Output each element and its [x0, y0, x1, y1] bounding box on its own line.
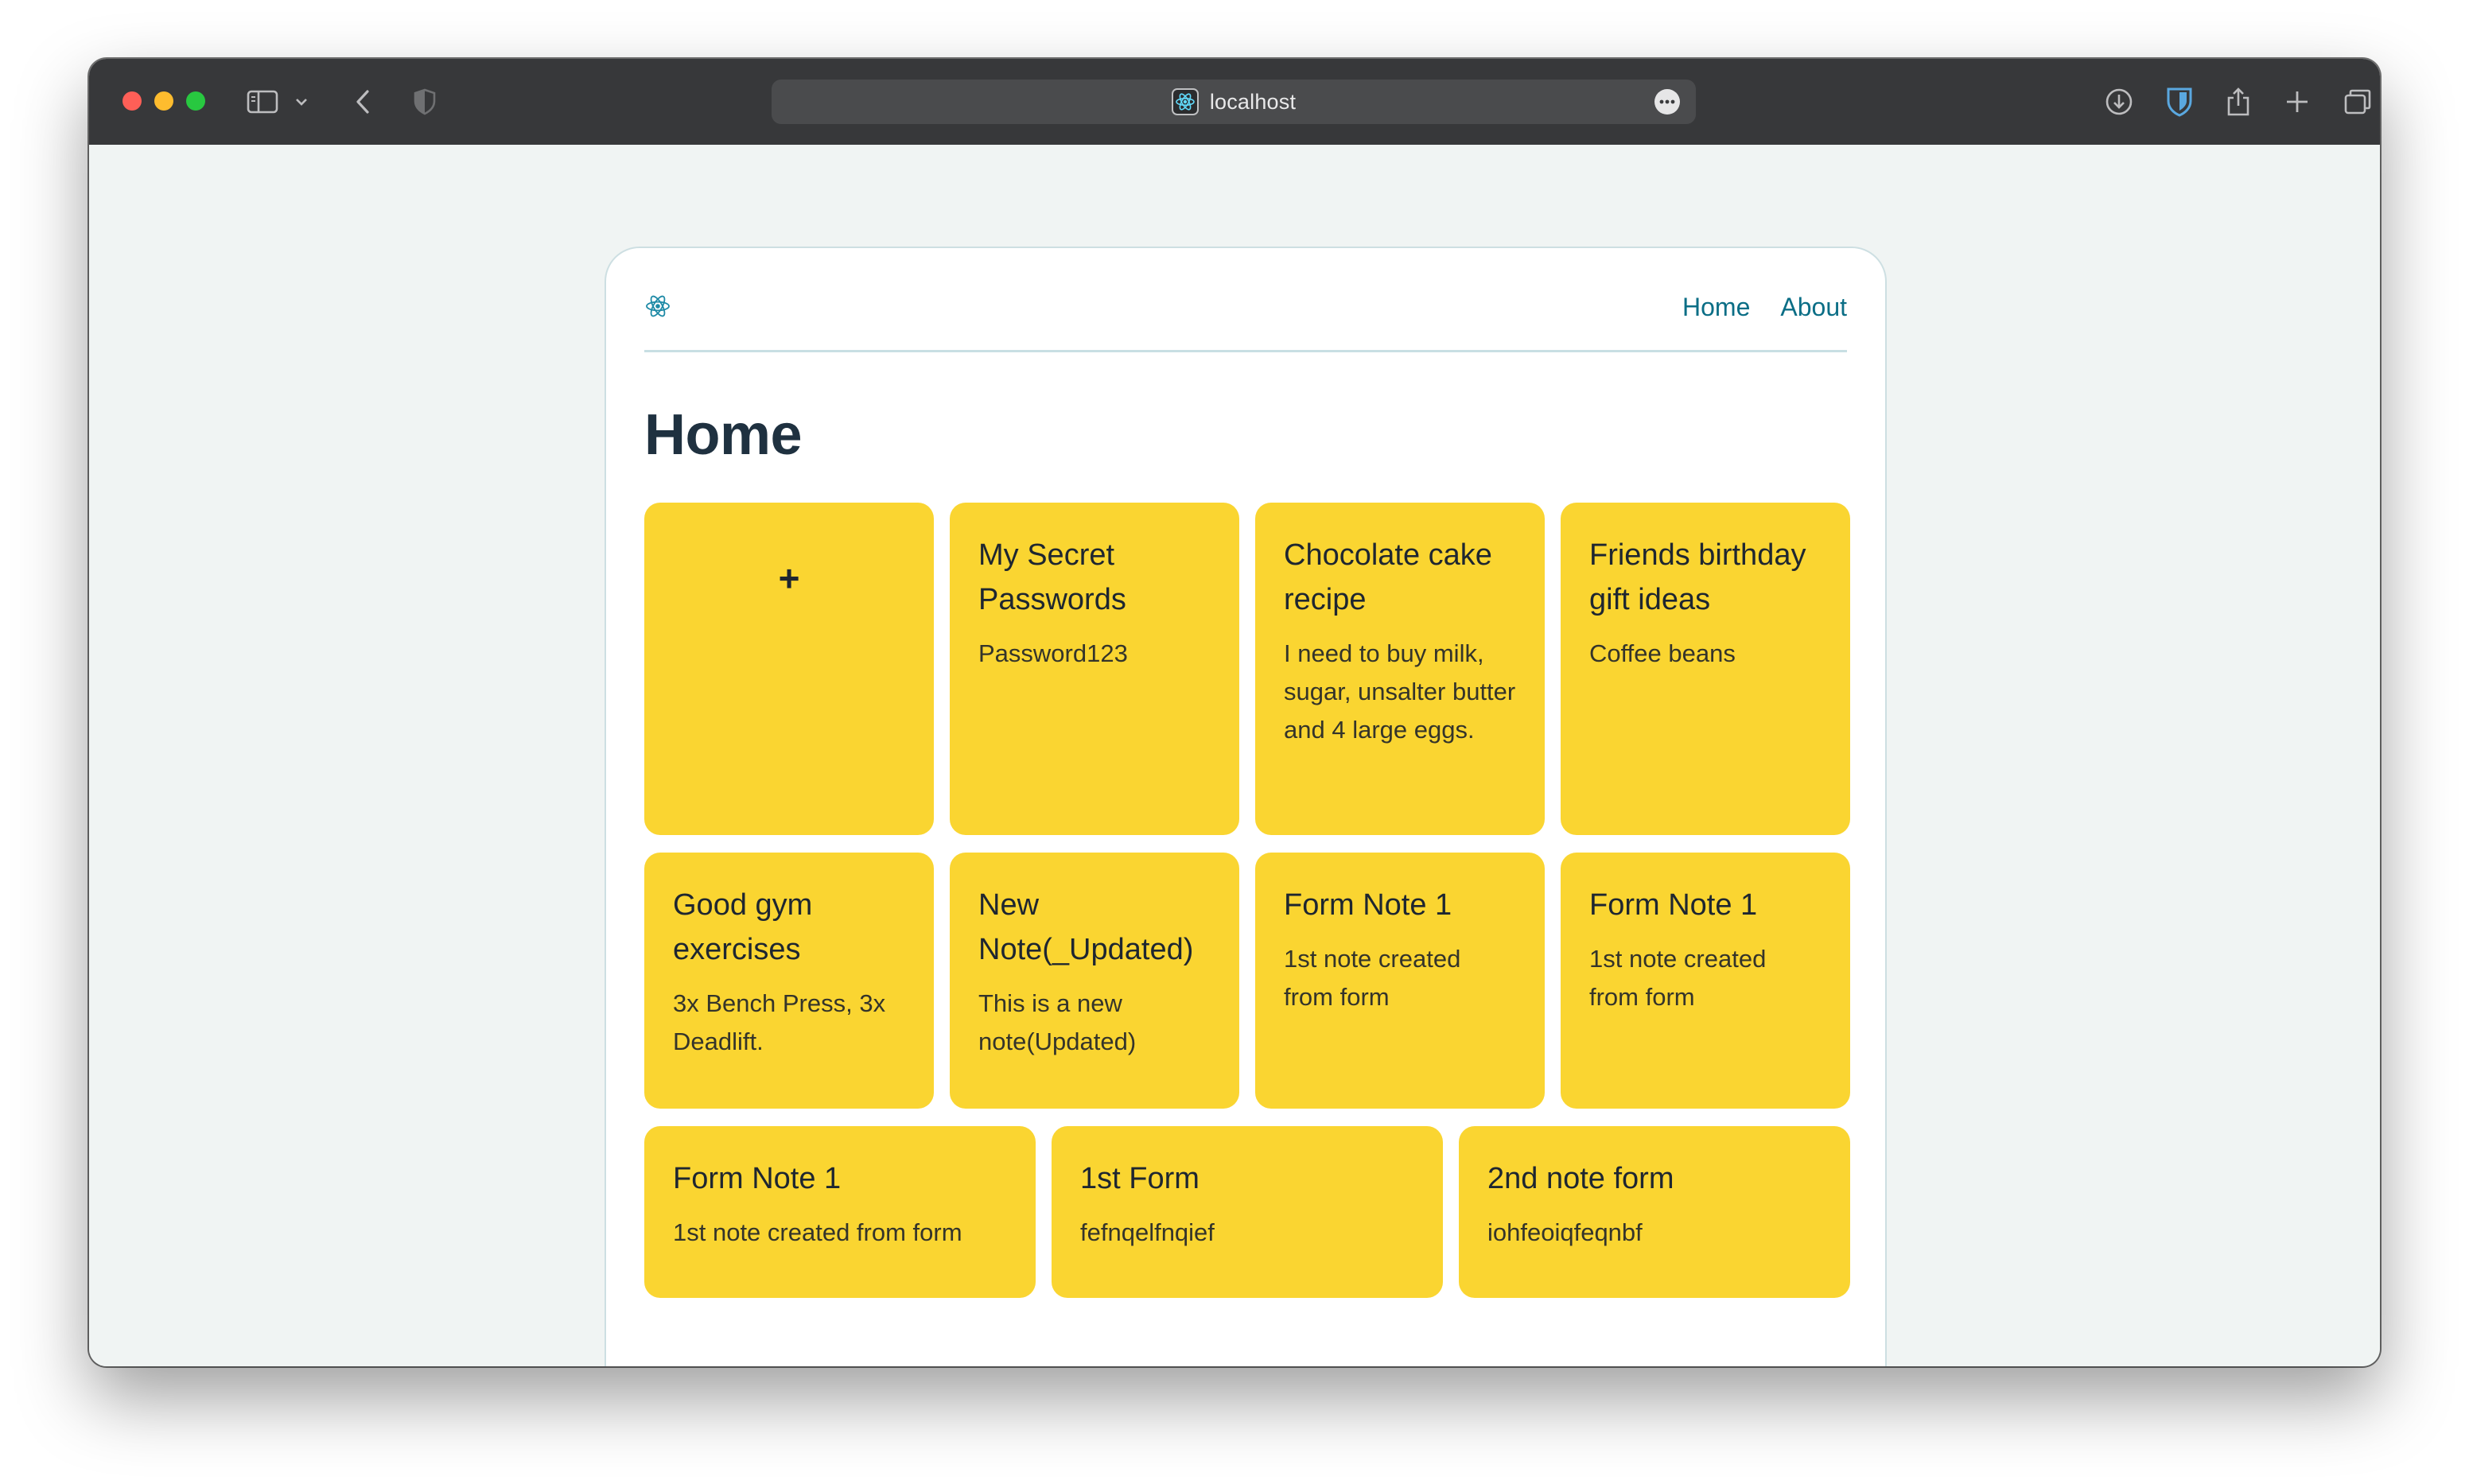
app-container: Home About Home + My Secret Passwords Pa… [605, 247, 1887, 1366]
note-card[interactable]: Chocolate cake recipe I need to buy milk… [1255, 503, 1545, 835]
note-body: 3x Bench Press, 3x Deadlift. [673, 989, 886, 1055]
close-window-button[interactable] [122, 91, 142, 111]
nav-links: Home About [1682, 293, 1847, 322]
note-title: Good gym exercises [673, 888, 813, 966]
note-body: 1st note created from form [673, 1218, 962, 1246]
site-favicon-icon [1171, 88, 1199, 115]
note-body: I need to buy milk, sugar, unsalter butt… [1284, 639, 1516, 744]
note-title: Chocolate cake recipe [1284, 538, 1492, 616]
browser-toolbar: localhost [89, 59, 2380, 145]
note-title: Form Note 1 [1589, 888, 1758, 922]
browser-window: localhost Home About Home + My Secret Pa… [89, 59, 2380, 1366]
chevron-down-icon[interactable] [290, 84, 313, 119]
note-card[interactable]: My Secret Passwords Password123 [950, 503, 1239, 835]
zoom-window-button[interactable] [186, 91, 205, 111]
address-bar[interactable]: localhost [772, 80, 1696, 124]
note-title: New Note(_Updated) [978, 888, 1194, 966]
new-tab-icon[interactable] [2280, 84, 2315, 119]
note-body: iohfeoiqfeqnbf [1487, 1218, 1643, 1246]
add-note-button[interactable]: + [644, 503, 934, 835]
note-card[interactable]: 1st Form fefnqelfnqief [1052, 1126, 1443, 1298]
page-viewport: Home About Home + My Secret Passwords Pa… [89, 145, 2380, 1366]
note-card[interactable]: Friends birthday gift ideas Coffee beans [1561, 503, 1850, 835]
note-body: Coffee beans [1589, 639, 1736, 667]
url-text[interactable]: localhost [1210, 90, 1296, 115]
more-icon[interactable] [1654, 89, 1680, 115]
sidebar-icon[interactable] [245, 84, 280, 119]
note-card[interactable]: Form Note 1 1st note created from form [1255, 853, 1545, 1109]
note-title: Friends birthday gift ideas [1589, 538, 1806, 616]
minimize-window-button[interactable] [154, 91, 173, 111]
download-icon[interactable] [2102, 84, 2137, 119]
note-body: Password123 [978, 639, 1128, 667]
note-card[interactable]: New Note(_Updated) This is a new note(Up… [950, 853, 1239, 1109]
note-title: My Secret Passwords [978, 538, 1126, 616]
note-title: Form Note 1 [673, 1162, 842, 1195]
note-body: 1st note created from form [1284, 945, 1461, 1011]
bitwarden-icon[interactable] [2162, 84, 2197, 119]
nav-link-home[interactable]: Home [1682, 293, 1750, 322]
note-card[interactable]: 2nd note form iohfeoiqfeqnbf [1459, 1126, 1850, 1298]
plus-icon: + [778, 557, 800, 599]
note-title: 2nd note form [1487, 1162, 1674, 1195]
note-card[interactable]: Form Note 1 1st note created from form [1561, 853, 1850, 1109]
react-logo-icon[interactable] [644, 293, 671, 320]
note-body: 1st note created from form [1589, 945, 1767, 1011]
note-card[interactable]: Form Note 1 1st note created from form [644, 1126, 1036, 1298]
note-card[interactable]: Good gym exercises 3x Bench Press, 3x De… [644, 853, 934, 1109]
tabs-overview-icon[interactable] [2340, 84, 2375, 119]
back-icon[interactable] [345, 84, 380, 119]
note-body: This is a new note(Updated) [978, 989, 1137, 1055]
page-title: Home [644, 403, 803, 467]
share-icon[interactable] [2221, 84, 2256, 119]
note-body: fefnqelfnqief [1080, 1218, 1215, 1246]
note-title: 1st Form [1080, 1162, 1200, 1195]
shield-icon[interactable] [407, 84, 442, 119]
note-title: Form Note 1 [1284, 888, 1452, 922]
nav-link-about[interactable]: About [1780, 293, 1847, 322]
navbar: Home About [644, 272, 1847, 352]
